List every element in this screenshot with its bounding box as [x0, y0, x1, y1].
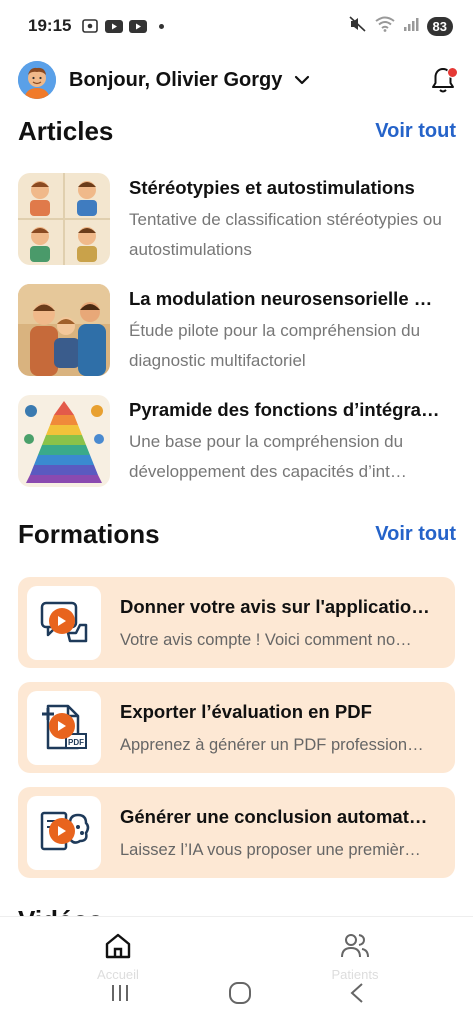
formation-description: Laissez l’IA vous proposer une premièr…: [120, 840, 421, 859]
play-icon: [49, 712, 75, 739]
notifications-bell-button[interactable]: [428, 65, 458, 95]
status-bar: 19:15 83: [0, 0, 473, 52]
status-system-icons: 83: [348, 15, 453, 37]
battery-indicator: 83: [426, 16, 453, 36]
youtube-icon: [105, 19, 124, 33]
formations-section-header: Formations Voir tout: [18, 519, 456, 550]
article-thumbnail: [18, 173, 110, 265]
formation-card[interactable]: Donner votre avis sur l'applicatio… Votr…: [18, 577, 455, 668]
notification-badge: [447, 67, 458, 78]
formation-title: Générer une conclusion automat…: [120, 805, 428, 827]
more-notifications-dot: [159, 23, 165, 29]
article-thumbnail: [18, 284, 110, 376]
formation-description: Votre avis compte ! Voici comment no…: [120, 630, 412, 649]
formation-card[interactable]: Générer une conclusion automat… Laissez …: [18, 787, 455, 878]
article-item[interactable]: Stéréotypies et autostimulations Tentati…: [18, 173, 458, 267]
system-navigation-bar: [0, 975, 473, 1015]
article-item[interactable]: La modulation neurosensorielle … Étude p…: [18, 284, 458, 378]
app-header: Bonjour, Olivier Gorgy: [18, 60, 458, 100]
status-notifications: [81, 19, 165, 33]
recent-apps-icon[interactable]: [109, 983, 131, 1008]
article-title: La modulation neurosensorielle …: [129, 288, 433, 309]
users-icon: [341, 934, 369, 958]
pdf-export-icon: PDF: [27, 690, 101, 765]
next-section-title: Vidéos: [18, 900, 103, 916]
article-description: Étude pilote pour la compréhension du di…: [129, 321, 421, 370]
article-description: Tentative de classification stéréotypies…: [129, 210, 442, 259]
bottom-navigation: Accueil Patients: [0, 916, 473, 1024]
play-icon: [49, 607, 75, 634]
play-icon: [49, 817, 75, 844]
article-title: Stéréotypies et autostimulations: [129, 177, 415, 198]
home-circle-icon[interactable]: [228, 981, 252, 1010]
feedback-icon: [27, 585, 101, 660]
avatar[interactable]: [18, 61, 56, 99]
mute-icon: [348, 15, 367, 37]
formation-title: Donner votre avis sur l'applicatio…: [120, 595, 430, 617]
wifi-icon: [374, 16, 395, 37]
article-thumbnail: [18, 395, 110, 487]
svg-text:PDF: PDF: [68, 738, 84, 747]
articles-section-header: Articles Voir tout: [18, 116, 456, 147]
back-icon[interactable]: [349, 982, 365, 1009]
signal-icon: [403, 17, 419, 36]
status-time: 19:15: [28, 16, 72, 35]
see-all-formations-link[interactable]: Voir tout: [375, 523, 456, 546]
formation-card[interactable]: PDF Exporter l’évaluation en PDF Apprene…: [18, 682, 455, 773]
ai-conclusion-icon: [27, 795, 101, 870]
greeting-text[interactable]: Bonjour, Olivier Gorgy: [69, 69, 282, 92]
youtube-icon: [129, 19, 148, 33]
article-title: Pyramide des fonctions d’intégra…: [129, 399, 440, 420]
formation-description: Apprenez à générer un PDF profession…: [120, 735, 424, 754]
screenshot-icon: [81, 19, 99, 33]
section-title: Articles: [18, 116, 114, 146]
formation-title: Exporter l’évaluation en PDF: [120, 700, 372, 722]
article-item[interactable]: Pyramide des fonctions d’intégra… Une ba…: [18, 395, 458, 489]
section-title: Formations: [18, 519, 160, 549]
article-description: Une base pour la compréhension du dévelo…: [129, 432, 407, 481]
home-icon: [105, 933, 131, 959]
see-all-articles-link[interactable]: Voir tout: [375, 120, 456, 143]
chevron-down-icon[interactable]: [294, 75, 310, 85]
